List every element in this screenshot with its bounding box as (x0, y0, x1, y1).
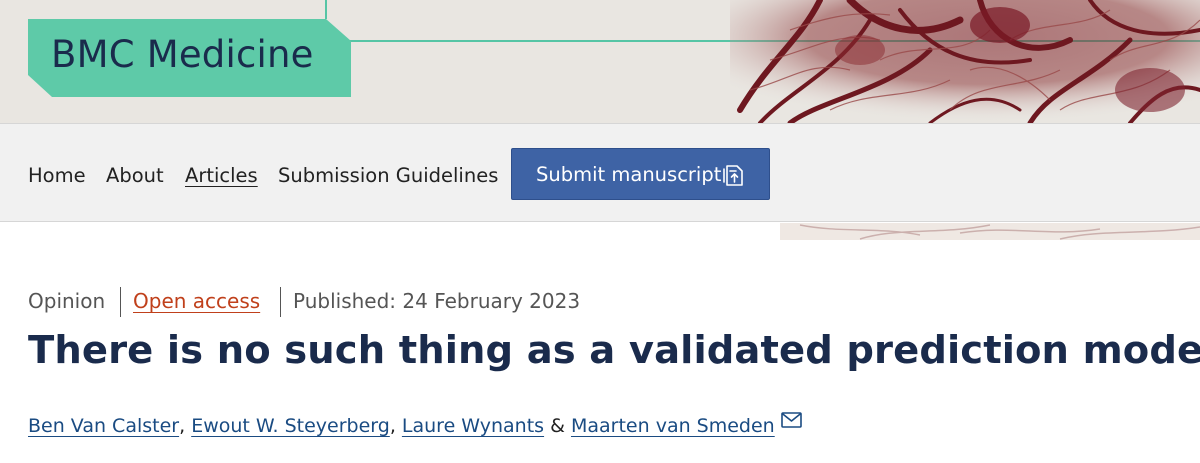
nav-articles[interactable]: Articles (185, 164, 258, 187)
article-type: Opinion (28, 289, 106, 313)
submit-manuscript-label: Submit manuscript (536, 163, 722, 186)
vascular-cast-image (730, 0, 1200, 123)
meta-divider (280, 287, 281, 317)
banner-accent-line (325, 0, 327, 19)
author-separator: , (179, 415, 192, 437)
author-link[interactable]: Maarten van Smeden (571, 415, 775, 437)
author-separator: , (389, 415, 402, 437)
main-navigation: Home About Articles Submission Guideline… (0, 123, 1200, 222)
submit-manuscript-icon (723, 165, 743, 186)
nav-submission-guidelines[interactable]: Submission Guidelines (278, 164, 498, 187)
journal-banner: BMC Medicine (0, 0, 1200, 123)
submit-manuscript-button[interactable]: Submit manuscript (511, 148, 770, 200)
nav-about[interactable]: About (106, 164, 164, 187)
author-separator: & (544, 415, 571, 437)
mail-icon[interactable] (780, 412, 802, 428)
open-access-link[interactable]: Open access (133, 289, 260, 313)
meta-divider (120, 287, 121, 317)
author-link[interactable]: Laure Wynants (402, 415, 544, 437)
nav-home[interactable]: Home (28, 164, 86, 187)
article-title: There is no such thing as a validated pr… (28, 328, 1200, 373)
banner-image-strip (0, 223, 1200, 240)
author-link[interactable]: Ewout W. Steyerberg (191, 415, 390, 437)
published-date: Published: 24 February 2023 (293, 289, 581, 313)
journal-name[interactable]: BMC Medicine (51, 33, 314, 76)
author-list: Ben Van Calster, Ewout W. Steyerberg, La… (28, 412, 802, 437)
author-link[interactable]: Ben Van Calster (28, 415, 179, 437)
